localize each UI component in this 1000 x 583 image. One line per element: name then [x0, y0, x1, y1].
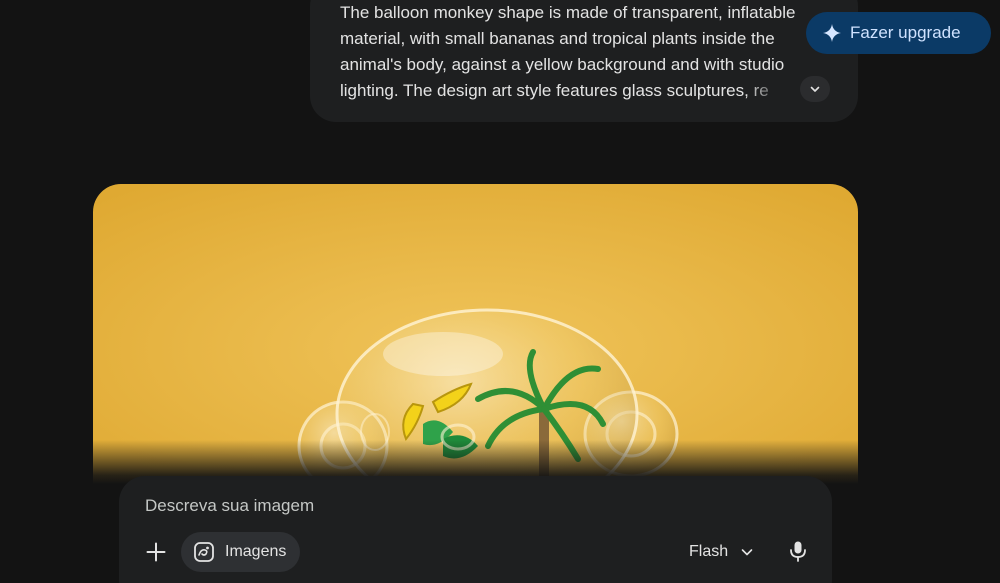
- upgrade-button[interactable]: Fazer upgrade: [806, 12, 991, 54]
- expand-prompt-button[interactable]: [800, 76, 830, 102]
- prompt-input[interactable]: [145, 494, 745, 518]
- model-selector[interactable]: Flash: [680, 536, 766, 568]
- model-label: Flash: [689, 543, 729, 560]
- chevron-down-icon: [741, 549, 753, 556]
- upgrade-label: Fazer upgrade: [850, 23, 961, 42]
- generated-image[interactable]: [93, 184, 858, 484]
- prompt-fade-overlay: [745, 74, 805, 102]
- gemini-chat-page: The balloon monkey shape is made of tran…: [0, 0, 1000, 583]
- images-tool-chip[interactable]: Imagens: [181, 532, 300, 572]
- prompt-line: The balloon monkey shape is made of tran…: [340, 3, 796, 22]
- images-tool-label: Imagens: [225, 543, 287, 560]
- microphone-icon: [790, 541, 806, 562]
- prompt-line: material, with small bananas and tropica…: [340, 29, 775, 48]
- add-button[interactable]: [141, 537, 171, 567]
- sparkle-icon: [823, 24, 841, 42]
- plus-icon: [146, 542, 166, 562]
- glass-monkey-illustration: [93, 184, 858, 484]
- image-tool-icon: [194, 542, 214, 562]
- chevron-down-icon: [810, 86, 820, 92]
- microphone-button[interactable]: [783, 536, 813, 566]
